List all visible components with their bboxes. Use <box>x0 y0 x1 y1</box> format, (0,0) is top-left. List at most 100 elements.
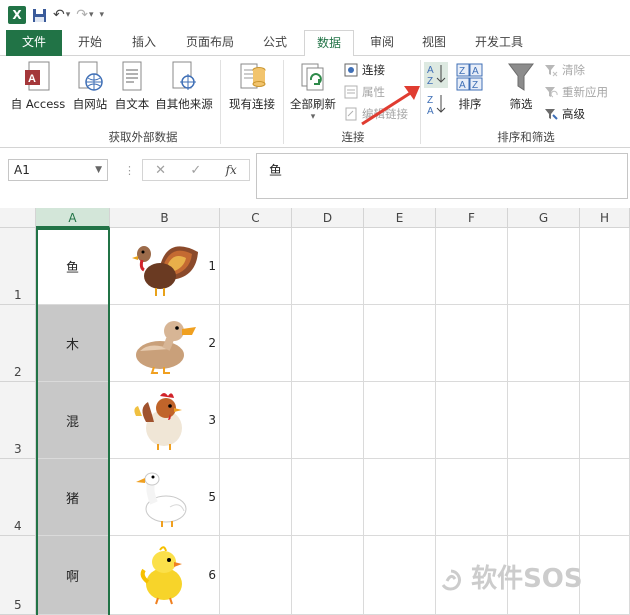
cell-b1[interactable]: 1 <box>110 228 220 305</box>
sort-ascending-button[interactable]: AZ <box>424 62 448 88</box>
ribbon-data: A 自 Access 自网站 自文本 自其他来源 现有连接 获取外部数据 全部刷… <box>0 56 630 148</box>
tab-review[interactable]: 审阅 <box>360 30 404 56</box>
edit-links-button[interactable]: 编辑链接 <box>344 106 408 122</box>
cell-a2[interactable]: 木 <box>36 305 110 382</box>
column-header-f[interactable]: F <box>436 208 508 228</box>
cell-b5[interactable]: 6 <box>110 536 220 615</box>
tab-view[interactable]: 视图 <box>412 30 456 56</box>
save-icon[interactable] <box>32 8 47 23</box>
cell-d1[interactable] <box>292 228 364 305</box>
cell-g1[interactable] <box>508 228 580 305</box>
from-web-button[interactable]: 自网站 <box>68 60 112 112</box>
cell-h1[interactable] <box>580 228 630 305</box>
clear-filter-icon <box>545 65 558 77</box>
cell-c2[interactable] <box>220 305 292 382</box>
column-header-b[interactable]: B <box>110 208 220 228</box>
properties-button[interactable]: 属性 <box>344 84 385 100</box>
cell-a5[interactable]: 啊 <box>36 536 110 615</box>
cell-b5-value: 6 <box>208 568 216 582</box>
cell-c3[interactable] <box>220 382 292 459</box>
tab-formulas[interactable]: 公式 <box>252 30 298 56</box>
from-access-button[interactable]: A 自 Access <box>8 60 68 112</box>
svg-text:A: A <box>427 106 434 116</box>
undo-icon[interactable]: ↶ ▾ <box>53 7 70 23</box>
tab-data[interactable]: 数据 <box>304 30 354 57</box>
cell-g4[interactable] <box>508 459 580 536</box>
tab-file[interactable]: 文件 <box>6 30 62 56</box>
cell-e1[interactable] <box>364 228 436 305</box>
sort-button[interactable]: ZAAZ 排序 <box>452 60 488 112</box>
from-other-sources-button[interactable]: 自其他来源 <box>152 60 216 112</box>
row-header[interactable]: 1 <box>0 228 36 305</box>
column-header-c[interactable]: C <box>220 208 292 228</box>
clear-filter-button[interactable]: 清除 <box>544 62 585 78</box>
cell-b1-value: 1 <box>208 259 216 273</box>
cell-e2[interactable] <box>364 305 436 382</box>
row-header[interactable]: 4 <box>0 459 36 536</box>
cell-f2[interactable] <box>436 305 508 382</box>
cell-f4[interactable] <box>436 459 508 536</box>
refresh-all-button[interactable]: 全部刷新 ▾ <box>288 60 338 122</box>
quick-access-toolbar: X ↶ ▾ ↷ ▾ ▾ <box>0 0 630 30</box>
formula-buttons: ✕ ✓ fx <box>142 159 250 181</box>
cell-h4[interactable] <box>580 459 630 536</box>
cell-e3[interactable] <box>364 382 436 459</box>
formula-bar-splitter[interactable]: ⋮ <box>124 164 135 177</box>
row-header[interactable]: 5 <box>0 536 36 615</box>
cell-g2[interactable] <box>508 305 580 382</box>
tab-home[interactable]: 开始 <box>68 30 112 56</box>
cell-f1[interactable] <box>436 228 508 305</box>
cell-a3[interactable]: 混 <box>36 382 110 459</box>
reapply-button[interactable]: 重新应用 <box>544 84 608 100</box>
column-header-h[interactable]: H <box>580 208 630 228</box>
cell-h5[interactable] <box>580 536 630 615</box>
row-header[interactable]: 3 <box>0 382 36 459</box>
cell-a1[interactable]: 鱼 <box>36 228 110 305</box>
svg-text:A: A <box>427 65 434 76</box>
existing-connections-button[interactable]: 现有连接 <box>224 60 280 112</box>
cell-e4[interactable] <box>364 459 436 536</box>
confirm-entry-button[interactable]: ✓ <box>190 163 201 178</box>
customize-qat-icon[interactable]: ▾ <box>100 10 105 20</box>
name-box[interactable]: A1 ▼ <box>8 159 108 181</box>
cell-d4[interactable] <box>292 459 364 536</box>
filter-button[interactable]: 筛选 <box>504 60 538 112</box>
cell-f3[interactable] <box>436 382 508 459</box>
column-header-g[interactable]: G <box>508 208 580 228</box>
cell-c4[interactable] <box>220 459 292 536</box>
formula-input[interactable]: 鱼 <box>256 153 628 199</box>
cancel-entry-button[interactable]: ✕ <box>155 163 166 178</box>
cell-a4[interactable]: 猪 <box>36 459 110 536</box>
cell-d3[interactable] <box>292 382 364 459</box>
advanced-filter-button[interactable]: 高级 <box>544 106 585 122</box>
tab-insert[interactable]: 插入 <box>122 30 166 56</box>
cell-d2[interactable] <box>292 305 364 382</box>
cell-c1[interactable] <box>220 228 292 305</box>
select-all-corner[interactable] <box>0 208 36 228</box>
sort-a-to-z-icon: AZ <box>427 65 446 87</box>
tab-page-layout[interactable]: 页面布局 <box>176 30 244 56</box>
from-text-button[interactable]: 自文本 <box>112 60 152 112</box>
cell-g3[interactable] <box>508 382 580 459</box>
svg-text:A: A <box>459 80 466 91</box>
group-label-connections: 连接 <box>341 130 365 144</box>
cell-h3[interactable] <box>580 382 630 459</box>
column-header-a[interactable]: A <box>36 208 110 228</box>
sort-descending-button[interactable]: ZA <box>424 92 448 119</box>
cell-b3[interactable]: 3 <box>110 382 220 459</box>
connections-button[interactable]: 连接 <box>344 62 385 78</box>
cell-b4[interactable]: 5 <box>110 459 220 536</box>
excel-logo-icon: X <box>8 6 26 24</box>
cell-e5[interactable] <box>364 536 436 615</box>
insert-function-button[interactable]: fx <box>226 163 237 177</box>
column-header-d[interactable]: D <box>292 208 364 228</box>
redo-icon[interactable]: ↷ ▾ <box>76 7 93 23</box>
column-header-e[interactable]: E <box>364 208 436 228</box>
tab-developer[interactable]: 开发工具 <box>466 30 532 56</box>
row-header[interactable]: 2 <box>0 305 36 382</box>
web-icon <box>78 61 103 91</box>
cell-b2[interactable]: 2 <box>110 305 220 382</box>
cell-c5[interactable] <box>220 536 292 615</box>
cell-h2[interactable] <box>580 305 630 382</box>
cell-d5[interactable] <box>292 536 364 615</box>
